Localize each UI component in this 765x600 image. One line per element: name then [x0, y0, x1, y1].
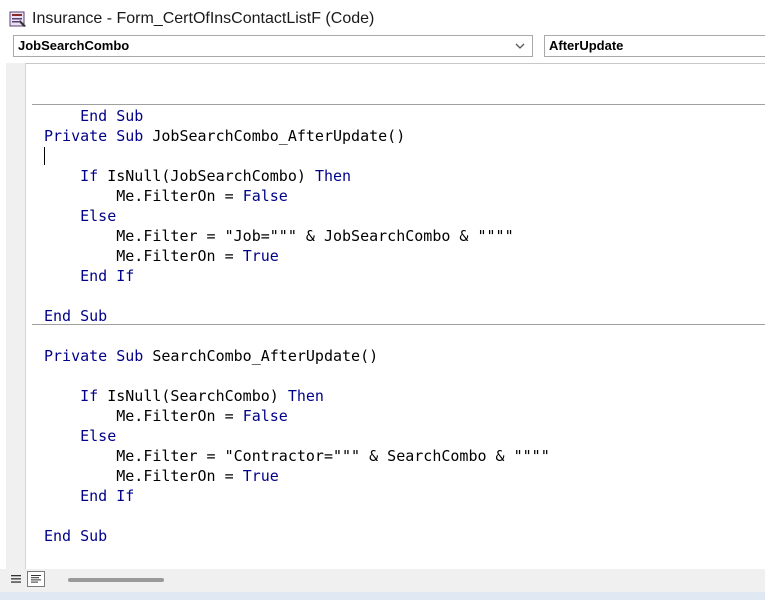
- horizontal-scrollbar-thumb[interactable]: [68, 578, 164, 582]
- code-area[interactable]: End Sub: [32, 63, 765, 569]
- window-bottom-edge: [0, 592, 765, 600]
- access-form-icon: [9, 11, 26, 27]
- text-cursor: [44, 147, 45, 165]
- procedure-combo-value: AfterUpdate: [549, 38, 624, 53]
- margin-indicator-bar[interactable]: [6, 63, 26, 569]
- code-line: End Sub: [80, 107, 144, 125]
- title-bar: Insurance - Form_CertOfInsContactListF (…: [0, 0, 765, 38]
- procedure-separator: [32, 324, 765, 325]
- chevron-down-icon[interactable]: [514, 40, 526, 52]
- procedure-combo[interactable]: AfterUpdate: [544, 35, 765, 57]
- procedure-view-button[interactable]: [7, 571, 25, 587]
- object-combo-value: JobSearchCombo: [18, 38, 130, 53]
- procedure-view-icon: [11, 575, 21, 583]
- object-combo[interactable]: JobSearchCombo: [13, 35, 533, 57]
- full-module-view-icon: [31, 575, 41, 583]
- full-module-view-button[interactable]: [27, 571, 45, 587]
- procedure-separator: [32, 104, 765, 105]
- window-title: Insurance - Form_CertOfInsContactListF (…: [32, 10, 375, 27]
- combo-bar: JobSearchCombo AfterUpdate: [0, 34, 765, 62]
